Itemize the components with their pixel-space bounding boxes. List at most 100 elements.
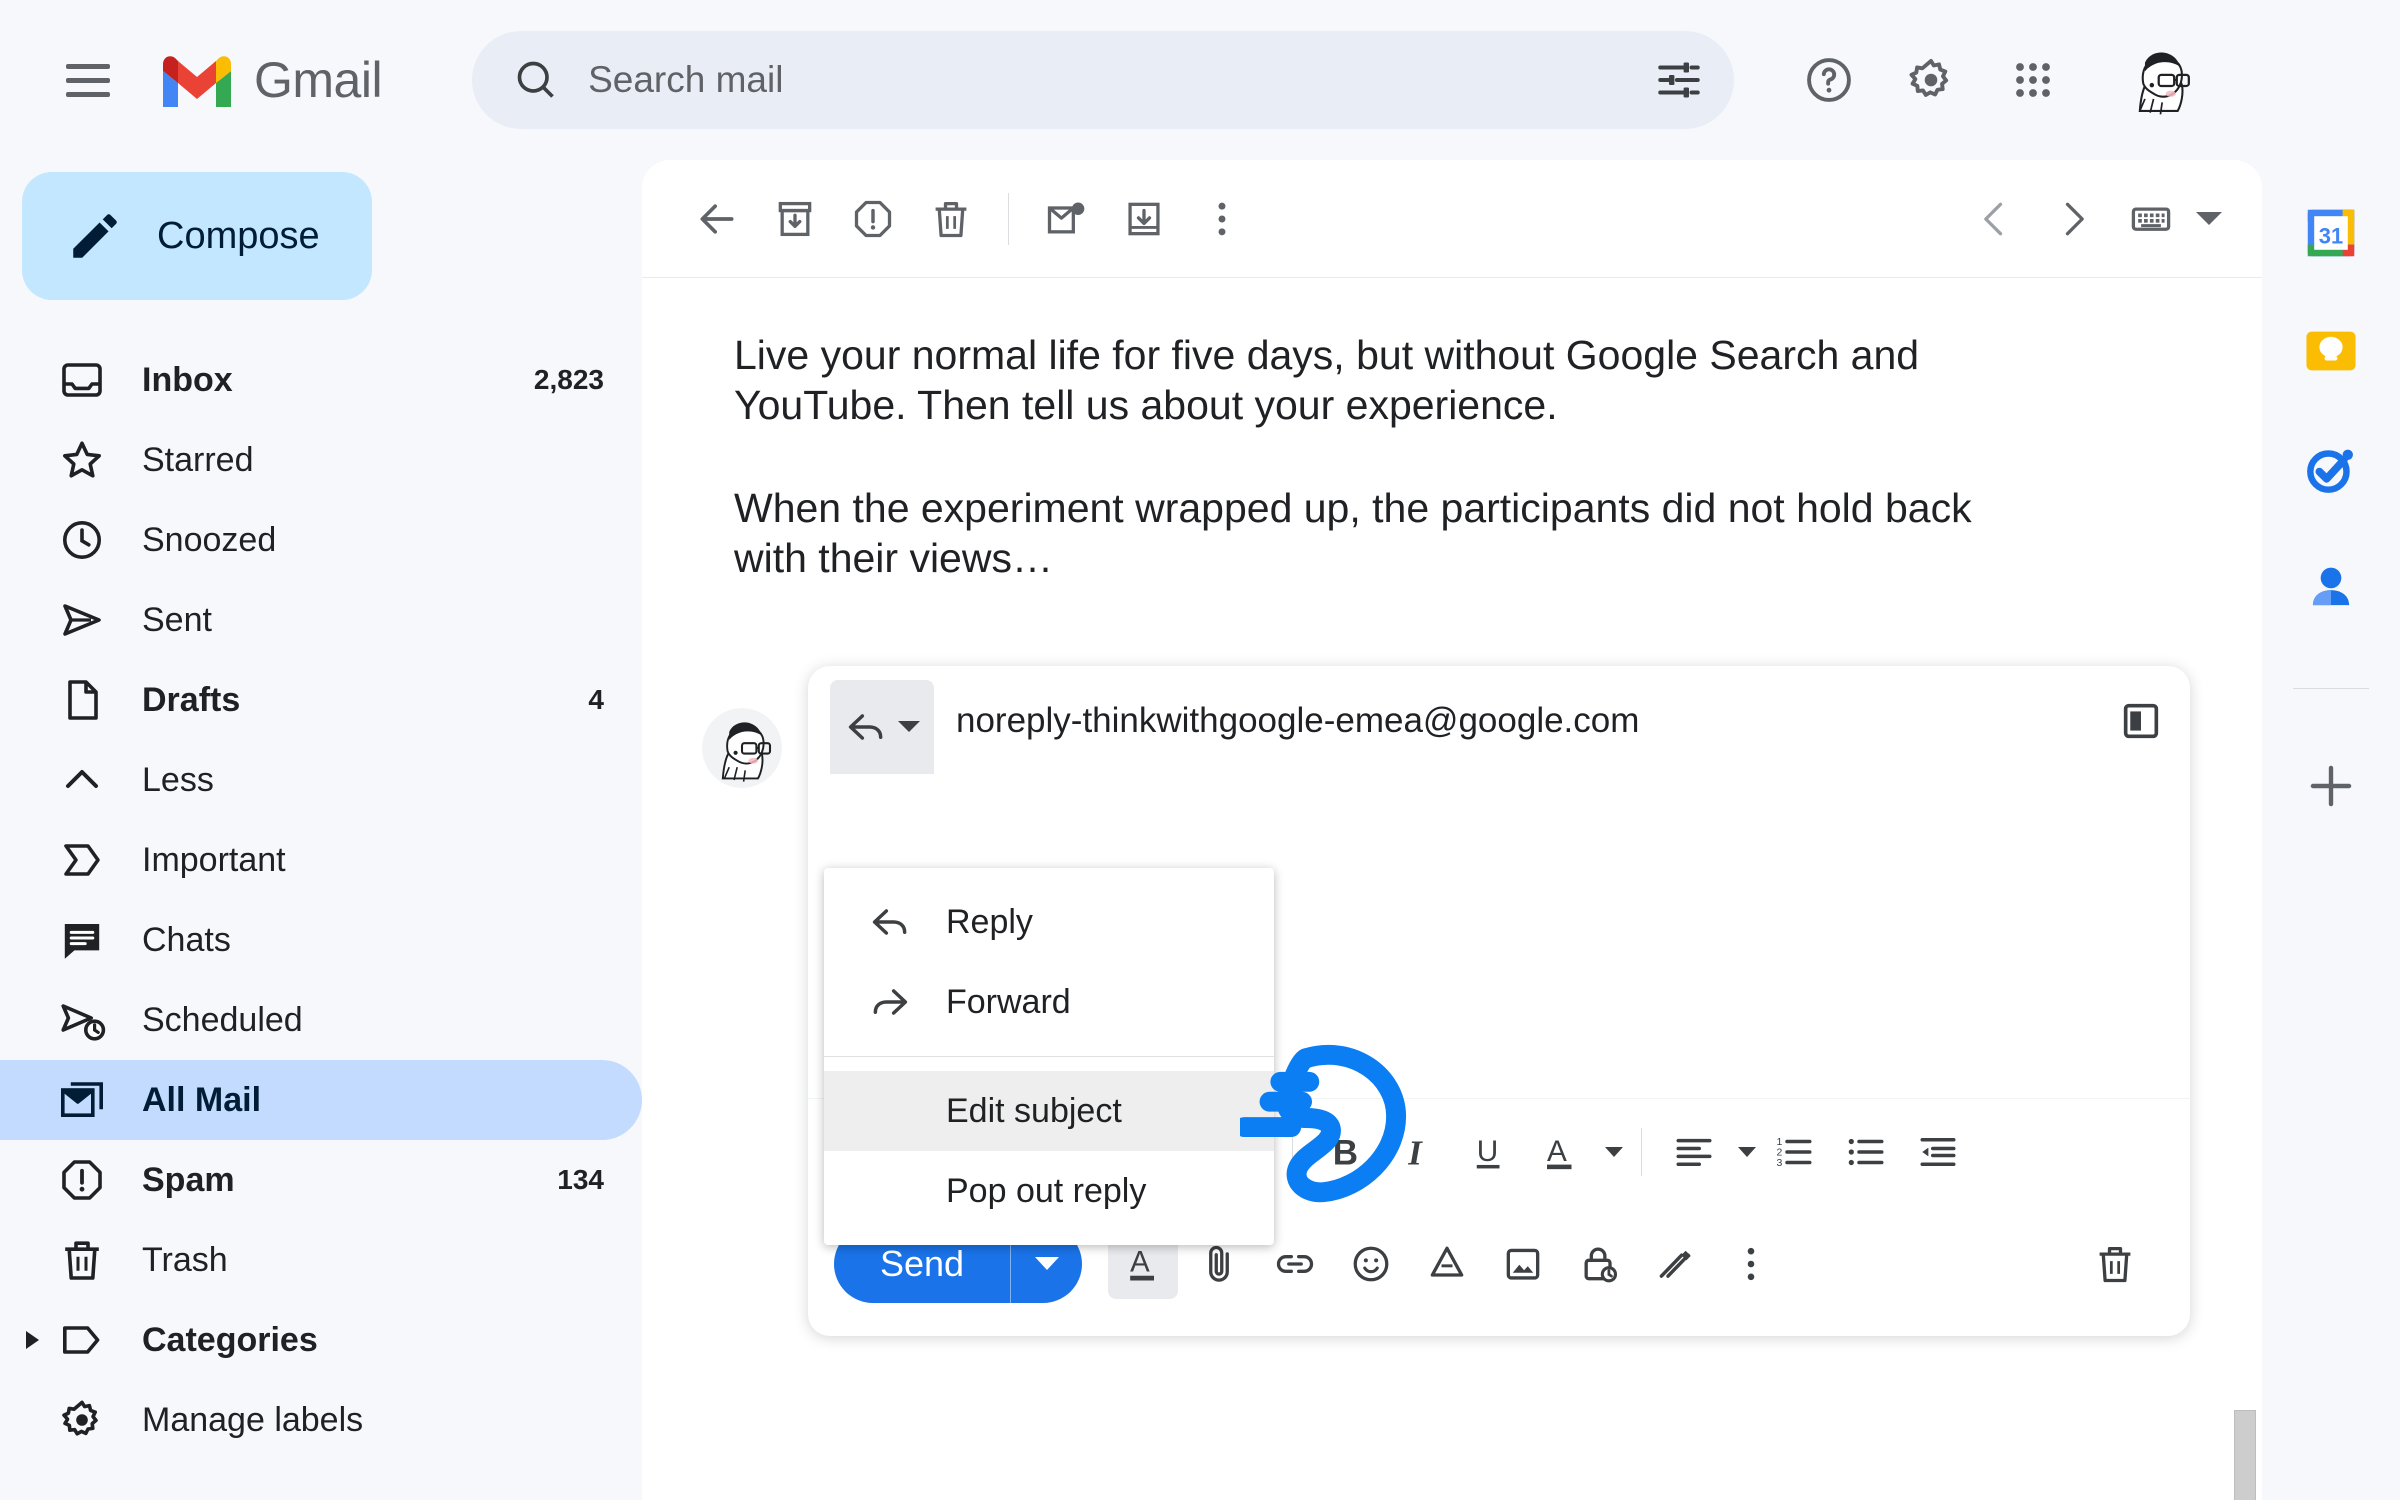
sidebar-item-inbox[interactable]: Inbox 2,823 xyxy=(0,340,642,420)
avatar xyxy=(702,707,782,788)
svg-text:I: I xyxy=(1407,1133,1423,1172)
hamburger-icon[interactable] xyxy=(40,32,136,128)
confidential-mode-icon[interactable] xyxy=(1564,1229,1634,1299)
move-to-inbox-icon[interactable] xyxy=(1105,180,1183,258)
popout-icon[interactable] xyxy=(2118,698,2164,744)
chat-icon xyxy=(64,924,100,959)
sidebar-item-snoozed[interactable]: Snoozed xyxy=(0,500,642,580)
chevron-right-icon[interactable] xyxy=(2034,180,2112,258)
search-bar[interactable] xyxy=(472,31,1735,129)
insert-photo-icon[interactable] xyxy=(1488,1229,1558,1299)
sidebar-item-less[interactable]: Less xyxy=(0,740,642,820)
app-header: Gmail xyxy=(0,0,2400,160)
back-icon[interactable] xyxy=(678,180,756,258)
bold-icon[interactable]: B xyxy=(1311,1118,1379,1186)
numbered-list-icon[interactable]: 123 xyxy=(1760,1118,1828,1186)
menu-item-reply[interactable]: Reply xyxy=(824,882,1274,962)
sidebar-item-label: Scheduled xyxy=(142,1000,303,1039)
draft-icon xyxy=(68,680,98,720)
google-drive-icon[interactable] xyxy=(1412,1229,1482,1299)
rail-divider xyxy=(2293,688,2369,689)
reply-type-menu: Reply Forward Edit subject Pop out reply xyxy=(824,868,1274,1245)
settings-gear-icon xyxy=(62,1400,98,1436)
menu-item-forward[interactable]: Forward xyxy=(824,962,1274,1042)
text-color-icon[interactable]: A xyxy=(1527,1118,1595,1186)
insert-signature-icon[interactable] xyxy=(1640,1229,1710,1299)
sidebar-item-chats[interactable]: Chats xyxy=(0,900,642,980)
indent-less-icon[interactable] xyxy=(1904,1118,1972,1186)
message-paragraph: Live your normal life for five days, but… xyxy=(734,332,1920,429)
report-spam-icon[interactable] xyxy=(834,180,912,258)
svg-text:A: A xyxy=(1547,1135,1567,1168)
clock-icon xyxy=(62,520,102,560)
gmail-logo[interactable]: Gmail xyxy=(158,51,383,109)
search-input[interactable] xyxy=(588,59,1655,101)
message-paragraph: When the experiment wrapped up, the part… xyxy=(734,484,1972,582)
chevron-down-icon xyxy=(898,721,920,733)
keyboard-shortcuts-control[interactable] xyxy=(2112,180,2222,258)
scrollbar-thumb[interactable] xyxy=(2234,1410,2256,1500)
sidebar-item-scheduled[interactable]: Scheduled xyxy=(0,980,642,1060)
menu-item-label: Forward xyxy=(946,982,1071,1021)
sidebar-item-starred[interactable]: Starred xyxy=(0,420,642,500)
svg-text:U: U xyxy=(1477,1135,1499,1168)
sidebar-item-drafts[interactable]: Drafts 4 xyxy=(0,660,642,740)
trash-icon xyxy=(65,1241,99,1280)
sidebar-item-label: Snoozed xyxy=(142,520,277,559)
chevron-down-icon xyxy=(1034,1257,1059,1271)
gear-icon[interactable] xyxy=(1888,37,1974,123)
insert-emoji-icon[interactable] xyxy=(1336,1229,1406,1299)
italic-icon[interactable]: I xyxy=(1383,1118,1451,1186)
chevron-down-icon[interactable] xyxy=(1738,1147,1756,1158)
add-icon[interactable] xyxy=(2300,755,2362,817)
sidebar-item-count: 2,823 xyxy=(533,364,604,395)
sidebar-item-manage-labels[interactable]: Manage labels xyxy=(0,1380,642,1460)
mark-unread-icon[interactable] xyxy=(1027,180,1105,258)
keyboard-icon[interactable] xyxy=(2112,180,2190,258)
svg-text:B: B xyxy=(1333,1133,1358,1172)
sidebar-item-label: Chats xyxy=(142,920,231,959)
apps-grid-icon[interactable] xyxy=(1990,37,2076,123)
menu-item-pop-out-reply[interactable]: Pop out reply xyxy=(824,1151,1274,1231)
archive-icon[interactable] xyxy=(756,180,834,258)
header-actions xyxy=(1786,37,2201,123)
gmail-m-icon xyxy=(163,56,231,107)
more-options-icon[interactable] xyxy=(1716,1229,1786,1299)
google-tasks-icon[interactable] xyxy=(2300,438,2362,500)
label-icon xyxy=(63,1326,100,1354)
sidebar-item-important[interactable]: Important xyxy=(0,820,642,900)
menu-item-label: Pop out reply xyxy=(946,1171,1147,1210)
more-vert-icon[interactable] xyxy=(1183,180,1261,258)
reply-recipient[interactable]: noreply-thinkwithgoogle-emea@google.com xyxy=(956,701,2118,741)
tune-icon[interactable] xyxy=(1654,55,1704,105)
delete-icon[interactable] xyxy=(912,180,990,258)
sidebar-item-label: Trash xyxy=(142,1240,228,1279)
compose-button[interactable]: Compose xyxy=(22,172,372,300)
chevron-down-icon[interactable] xyxy=(1605,1147,1623,1158)
menu-item-edit-subject[interactable]: Edit subject xyxy=(824,1071,1274,1151)
google-contacts-icon[interactable] xyxy=(2300,556,2362,618)
compose-label: Compose xyxy=(157,214,320,257)
spam-icon xyxy=(62,1160,102,1200)
message-scrollbar[interactable] xyxy=(2234,1410,2256,1500)
side-panel: 31 xyxy=(2262,160,2400,1500)
chevron-down-icon[interactable] xyxy=(2196,212,2222,225)
help-icon[interactable] xyxy=(1786,37,1872,123)
sidebar-item-all-mail[interactable]: All Mail xyxy=(0,1060,642,1140)
format-divider xyxy=(1641,1128,1642,1177)
sidebar-item-trash[interactable]: Trash xyxy=(0,1220,642,1300)
google-calendar-icon[interactable]: 31 xyxy=(2300,202,2362,264)
reply-type-dropdown-button[interactable] xyxy=(830,679,934,774)
sidebar-item-spam[interactable]: Spam 134 xyxy=(0,1140,642,1220)
avatar[interactable] xyxy=(2114,37,2201,123)
underline-icon[interactable]: U xyxy=(1455,1118,1523,1186)
bulleted-list-icon[interactable] xyxy=(1832,1118,1900,1186)
sidebar-item-categories[interactable]: Categories xyxy=(0,1300,642,1380)
chevron-right-icon[interactable] xyxy=(26,1331,39,1349)
align-icon[interactable] xyxy=(1660,1118,1728,1186)
sidebar-item-sent[interactable]: Sent xyxy=(0,580,642,660)
google-keep-icon[interactable] xyxy=(2300,320,2362,382)
discard-draft-icon[interactable] xyxy=(2080,1229,2150,1299)
chevron-left-icon[interactable] xyxy=(1956,180,2034,258)
menu-item-label: Reply xyxy=(946,902,1033,941)
